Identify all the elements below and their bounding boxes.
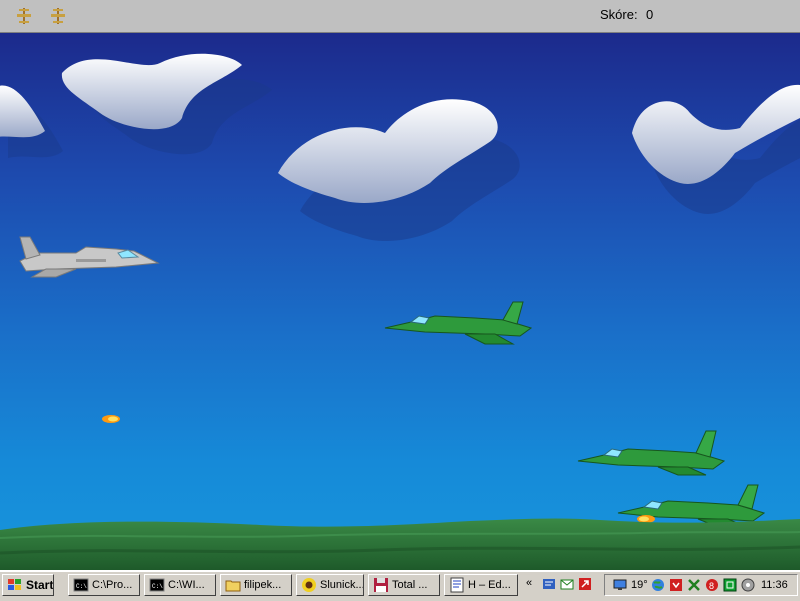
svg-text:C:\: C:\ (76, 583, 87, 590)
arrow-icon[interactable] (578, 577, 592, 591)
ground (0, 518, 800, 570)
cd-icon[interactable] (741, 578, 755, 592)
editor-icon (450, 577, 464, 593)
cloud (0, 85, 63, 158)
taskbar-button-label: C:\Pro... (92, 579, 133, 591)
start-label: Start (26, 578, 54, 592)
enemy-plane (384, 301, 533, 345)
enemy-plane (577, 430, 726, 476)
sunflower-icon (302, 578, 316, 592)
taskbar-button[interactable]: C:\ C:\WI... (144, 574, 216, 596)
start-button[interactable]: Start (2, 574, 54, 596)
clock[interactable]: 11:36 (761, 579, 788, 591)
tools-icon[interactable] (687, 578, 701, 592)
taskbar-button[interactable]: Slunick... (296, 574, 364, 596)
missile (102, 415, 120, 423)
taskbar-button[interactable]: filipek... (220, 574, 292, 596)
windows-logo-icon (8, 579, 21, 590)
shield-icon[interactable] (669, 578, 683, 592)
score-label: Skóre: (600, 7, 638, 22)
svg-text:8: 8 (709, 581, 714, 591)
hud-bar: Skóre: 0 (0, 0, 800, 33)
console-icon: C:\ (73, 578, 89, 592)
player-plane[interactable] (19, 236, 160, 278)
game-scene (0, 53, 800, 570)
taskbar-button-label: Slunick... (320, 579, 364, 591)
system-tray: 19° 8 11:36 (604, 574, 798, 596)
svg-text:C:\: C:\ (152, 583, 163, 590)
console-icon: C:\ (149, 578, 165, 592)
network-icon[interactable] (542, 577, 556, 591)
globe-icon[interactable] (651, 578, 665, 592)
missile (637, 515, 655, 523)
folder-icon (225, 580, 241, 592)
cloud (632, 84, 800, 214)
game-area[interactable] (0, 33, 800, 570)
taskbar-button[interactable]: Total ... (368, 574, 440, 596)
temperature-label: 19° (631, 579, 648, 591)
player-plane-life-icon (51, 8, 65, 24)
monitor-icon[interactable] (613, 578, 627, 592)
taskbar: Start C:\ C:\Pro... C:\ C:\WI... filipek… (0, 570, 800, 601)
taskbar-button[interactable]: H – Ed... (444, 574, 518, 596)
taskbar-button-label: filipek... (244, 579, 282, 591)
box-icon[interactable] (723, 578, 737, 592)
cloud (278, 99, 520, 241)
cloud (61, 53, 272, 155)
mail-icon[interactable] (560, 577, 574, 591)
quick-launch-bar: « (522, 574, 600, 596)
floppy-disk-icon (374, 578, 388, 592)
antivirus-icon[interactable]: 8 (705, 578, 719, 592)
score-value: 0 (646, 7, 654, 22)
player-plane-life-icon (17, 8, 31, 24)
taskbar-button-label: H – Ed... (468, 579, 511, 591)
chevron-icon[interactable]: « (526, 577, 540, 591)
taskbar-button-label: C:\WI... (168, 579, 205, 591)
taskbar-button-label: Total ... (392, 579, 428, 591)
taskbar-button[interactable]: C:\ C:\Pro... (68, 574, 140, 596)
